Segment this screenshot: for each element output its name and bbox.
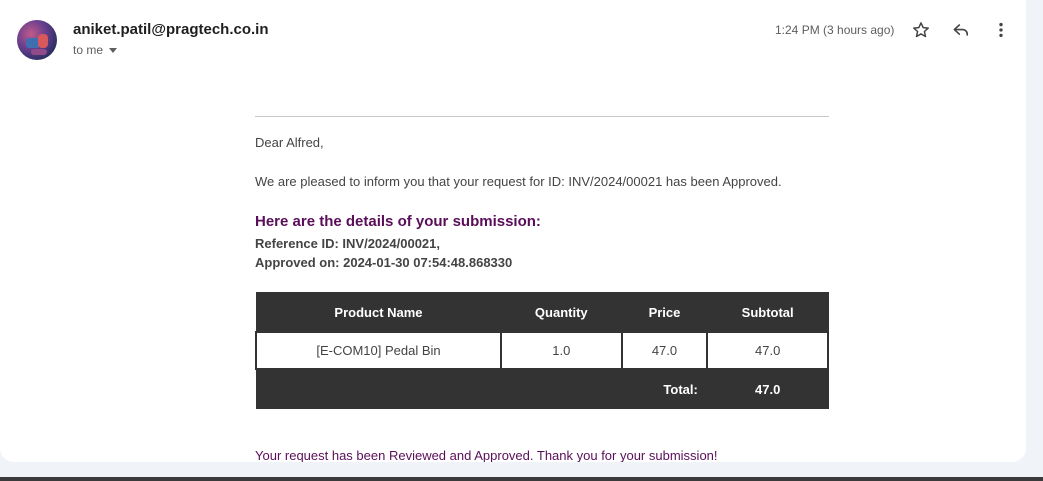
- column-header-price: Price: [621, 292, 708, 333]
- more-vert-icon: [999, 22, 1003, 38]
- cell-price: 47.0: [620, 331, 709, 370]
- chevron-down-icon[interactable]: [109, 48, 118, 53]
- avatar[interactable]: [17, 20, 57, 60]
- total-value: 47.0: [706, 368, 829, 409]
- window-bottom-edge: [0, 477, 1043, 481]
- closing-message: Your request has been Reviewed and Appro…: [255, 448, 718, 462]
- email-card: aniket.patil@pragtech.co.in to me 1:24 P…: [0, 0, 1026, 462]
- details-heading: Here are the details of your submission:: [255, 213, 541, 230]
- approval-message: We are pleased to inform you that your r…: [255, 174, 782, 189]
- recipient-details-toggle[interactable]: to me: [73, 43, 118, 57]
- recipient-label: to me: [73, 43, 104, 57]
- cell-quantity: 1.0: [499, 331, 623, 370]
- total-row: Total: 47.0: [255, 368, 829, 409]
- more-options-button[interactable]: [989, 18, 1013, 42]
- total-label: Total:: [255, 368, 708, 409]
- column-header-product: Product Name: [255, 292, 502, 333]
- column-header-quantity: Quantity: [500, 292, 623, 333]
- divider: [255, 116, 829, 117]
- reply-button[interactable]: [949, 18, 973, 42]
- sender-email[interactable]: aniket.patil@pragtech.co.in: [73, 21, 269, 38]
- greeting: Dear Alfred,: [255, 135, 324, 150]
- email-timestamp: 1:24 PM (3 hours ago): [775, 23, 895, 37]
- reference-id: Reference ID: INV/2024/00021,: [255, 236, 440, 251]
- table-header-row: Product Name Quantity Price Subtotal: [255, 292, 829, 333]
- star-button[interactable]: [909, 18, 933, 42]
- reply-icon: [953, 24, 969, 36]
- star-icon: [913, 22, 929, 38]
- cell-product: [E-COM10] Pedal Bin: [255, 331, 502, 370]
- column-header-subtotal: Subtotal: [706, 292, 829, 333]
- table-row: [E-COM10] Pedal Bin 1.0 47.0 47.0: [255, 331, 829, 370]
- approved-on: Approved on: 2024-01-30 07:54:48.868330: [255, 255, 513, 270]
- cell-subtotal: 47.0: [706, 331, 829, 370]
- order-table: Product Name Quantity Price Subtotal [E-…: [255, 292, 829, 409]
